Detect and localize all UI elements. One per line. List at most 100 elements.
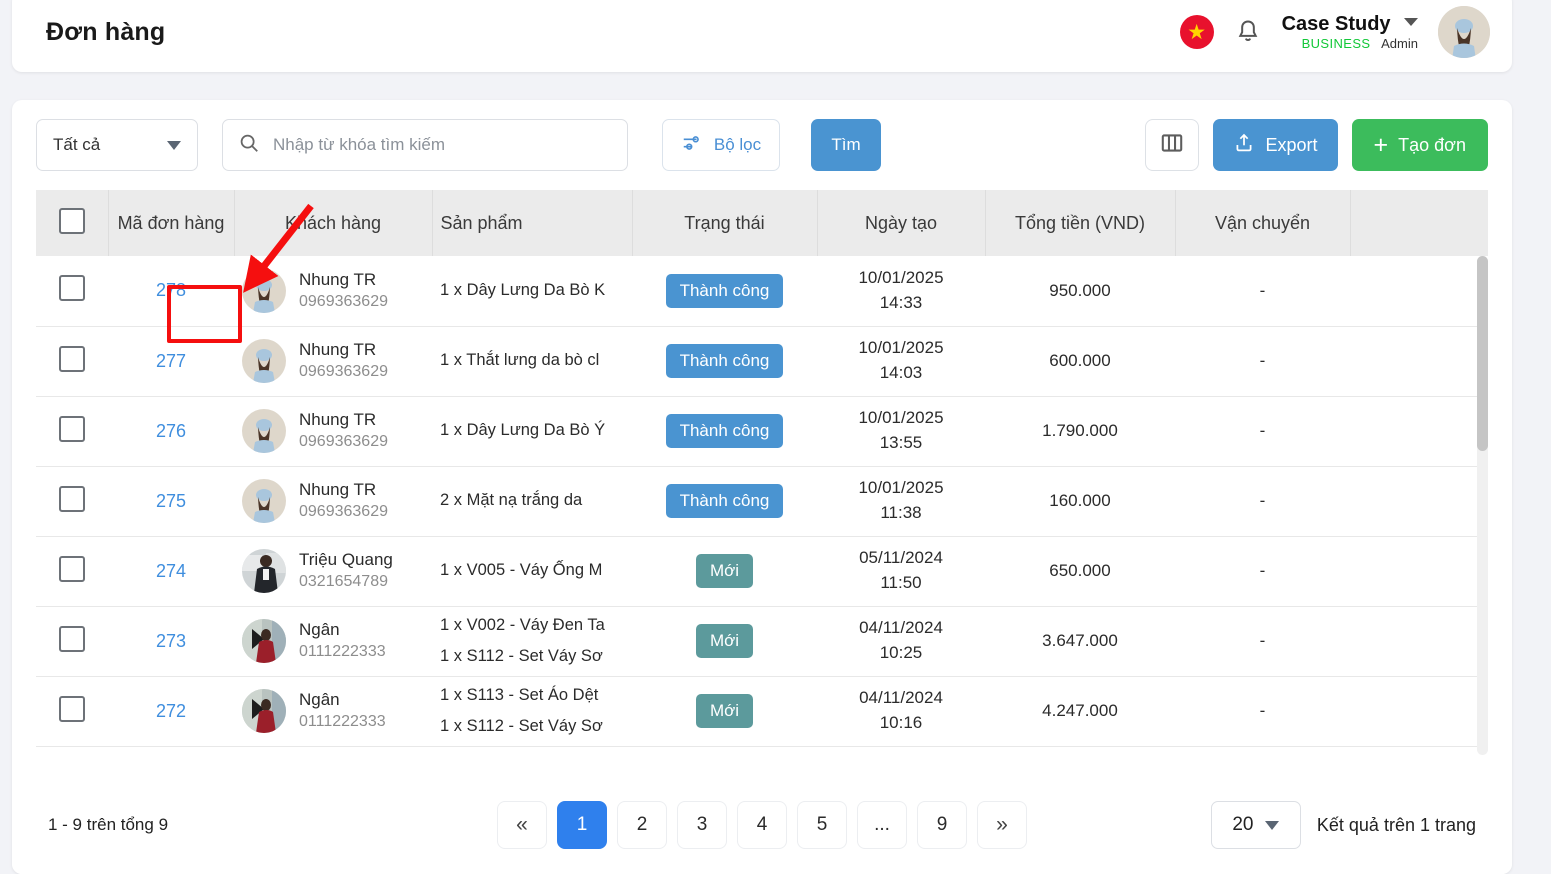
customer-cell: Nhung TR 0969363629 — [234, 326, 432, 397]
status-cell: Thành công — [632, 466, 817, 537]
order-code-cell: 274 — [108, 536, 234, 607]
status-cell: Mới — [632, 606, 817, 677]
column-header-total[interactable]: Tổng tiền (VND) — [985, 190, 1176, 256]
table-row[interactable]: 273 Ngân 0111222333 1 x V002 - Váy Đen Ta 1 … — [36, 606, 1488, 677]
shipping-cell: - — [1175, 256, 1350, 327]
row-checkbox[interactable] — [59, 555, 85, 582]
order-code-link[interactable]: 273 — [156, 631, 186, 651]
shipping-value: - — [1259, 701, 1266, 720]
order-code-link[interactable]: 278 — [156, 280, 186, 300]
row-select-cell — [36, 466, 108, 537]
search-button[interactable]: Tìm — [811, 119, 881, 171]
order-code-link[interactable]: 275 — [156, 491, 186, 511]
chevron-down-icon[interactable] — [1404, 18, 1418, 27]
status-cell: Mới — [632, 676, 817, 747]
pagination-page-4[interactable]: 4 — [737, 801, 787, 849]
column-header-shipping[interactable]: Vận chuyển — [1175, 190, 1351, 256]
product-line: 2 x Mặt nạ trắng da — [440, 491, 583, 510]
pagination-page-5[interactable]: 5 — [797, 801, 847, 849]
bell-icon[interactable] — [1234, 17, 1262, 47]
search-box[interactable] — [222, 119, 628, 171]
customer-phone: 0111222333 — [299, 643, 386, 661]
overflow-cell — [1350, 606, 1488, 677]
row-checkbox[interactable] — [59, 625, 85, 652]
pagination-page-3[interactable]: 3 — [677, 801, 727, 849]
created-date: 10/01/2025 — [858, 268, 944, 288]
date-cell: 05/11/2024 11:50 — [817, 536, 985, 607]
product-line: 1 x Thắt lưng da bò cl — [440, 351, 600, 370]
column-header-date[interactable]: Ngày tạo — [817, 190, 986, 256]
status-badge: Thành công — [665, 414, 784, 448]
column-header-product[interactable]: Sản phẩm — [432, 190, 633, 256]
avatar[interactable] — [1438, 6, 1490, 58]
table-row[interactable]: 274 Triệu Quang 0321654789 1 x V005 - Váy Ố… — [36, 536, 1488, 607]
order-code-link[interactable]: 272 — [156, 701, 186, 721]
create-order-button[interactable]: + Tạo đơn — [1351, 119, 1488, 171]
column-header-customer[interactable]: Khách hàng — [234, 190, 433, 256]
pagination-last-button[interactable]: » — [977, 801, 1027, 849]
per-page-dropdown[interactable]: 20 — [1210, 801, 1301, 849]
customer-name: Ngân — [299, 620, 340, 640]
columns-button[interactable] — [1144, 119, 1199, 171]
header-actions: ★ Case Study BUSINESS Admin — [1179, 6, 1490, 58]
column-header-status[interactable]: Trạng thái — [632, 190, 818, 256]
row-checkbox[interactable] — [59, 275, 85, 302]
row-select-cell — [36, 536, 108, 607]
scope-filter-dropdown[interactable]: Tất cả — [36, 119, 198, 171]
per-page-label: Kết quả trên 1 trang — [1316, 814, 1476, 835]
row-checkbox[interactable] — [59, 485, 85, 512]
created-date: 10/01/2025 — [858, 338, 944, 358]
overflow-cell — [1350, 676, 1488, 747]
product-cell: 1 x V005 - Váy Ống M — [432, 536, 632, 607]
total-amount: 160.000 — [1049, 491, 1111, 510]
product-list: 1 x V005 - Váy Ống M — [432, 555, 632, 586]
export-button[interactable]: Export — [1212, 119, 1338, 171]
customer-phone: 0969363629 — [299, 363, 388, 381]
shipping-value: - — [1259, 491, 1266, 510]
vertical-scrollbar-thumb[interactable] — [1477, 256, 1488, 451]
search-input[interactable] — [273, 135, 612, 155]
total-cell: 650.000 — [985, 536, 1175, 607]
row-select-cell — [36, 396, 108, 467]
select-all-checkbox[interactable] — [58, 207, 85, 234]
customer-cell: Ngân 0111222333 — [234, 606, 432, 677]
table-row[interactable]: 275 Nhung TR 0969363629 2 x Mặt nạ trắng da… — [36, 466, 1488, 537]
order-code-link[interactable]: 277 — [156, 351, 186, 371]
shipping-value: - — [1259, 561, 1266, 580]
table-row[interactable]: 276 Nhung TR 0969363629 1 x Dây Lưng Da Bò … — [36, 396, 1488, 467]
pagination-ellipsis[interactable]: ... — [857, 801, 907, 849]
filter-button[interactable]: Bộ lọc — [662, 119, 780, 171]
row-select-cell — [36, 326, 108, 397]
row-checkbox[interactable] — [59, 695, 85, 722]
status-cell: Thành công — [632, 396, 817, 467]
table-row[interactable]: 272 Ngân 0111222333 1 x S113 - Set Áo Dệt 1 … — [36, 676, 1488, 747]
total-cell: 1.790.000 — [985, 396, 1175, 467]
pagination-page-1[interactable]: 1 — [557, 801, 607, 849]
product-list: 1 x Thắt lưng da bò cl — [432, 345, 632, 376]
order-code-link[interactable]: 274 — [156, 561, 186, 581]
shipping-cell: - — [1175, 536, 1350, 607]
pagination-first-button[interactable]: « — [497, 801, 547, 849]
pagination-page-9[interactable]: 9 — [917, 801, 967, 849]
column-header-overflow — [1350, 190, 1488, 256]
shipping-cell: - — [1175, 606, 1350, 677]
status-badge: Mới — [695, 624, 754, 658]
shipping-cell: - — [1175, 396, 1350, 467]
customer-avatar — [242, 339, 286, 383]
customer-cell: Nhung TR 0969363629 — [234, 466, 432, 537]
account-menu[interactable]: Case Study BUSINESS Admin — [1282, 13, 1418, 52]
shipping-value: - — [1259, 631, 1266, 650]
row-checkbox[interactable] — [59, 345, 85, 372]
column-header-code[interactable]: Mã đơn hàng — [108, 190, 235, 256]
app-header: Đơn hàng ★ Case Study BUSINESS Admin — [12, 0, 1512, 72]
table-row[interactable]: 277 Nhung TR 0969363629 1 x Thắt lưng da bò… — [36, 326, 1488, 397]
customer-avatar — [242, 549, 286, 593]
order-code-cell: 272 — [108, 676, 234, 747]
row-checkbox[interactable] — [59, 415, 85, 442]
table-row[interactable]: 278 Nhung TR 0969363629 1 x Dây Lưng Da Bò … — [36, 256, 1488, 327]
order-code-link[interactable]: 276 — [156, 421, 186, 441]
pagination-page-2[interactable]: 2 — [617, 801, 667, 849]
vertical-scrollbar-track[interactable] — [1477, 256, 1488, 755]
row-select-cell — [36, 256, 108, 327]
vietnam-flag-icon[interactable]: ★ — [1179, 15, 1214, 49]
